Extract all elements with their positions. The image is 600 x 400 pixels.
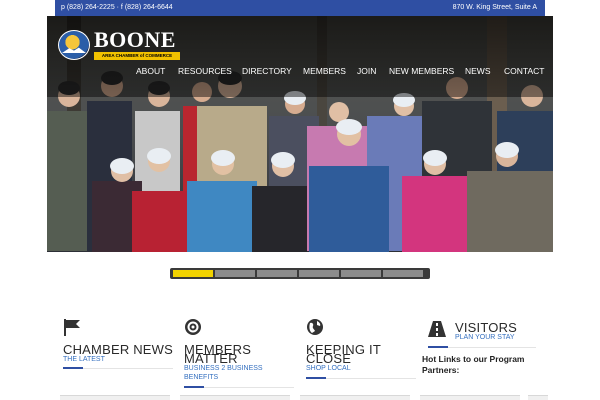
nav-item-resources[interactable]: RESOURCES bbox=[178, 66, 232, 76]
globe-icon bbox=[307, 319, 323, 335]
accent-bar bbox=[306, 377, 326, 379]
logo-name: BOONE bbox=[94, 27, 176, 52]
card-edge bbox=[420, 395, 520, 400]
nav-item-contact[interactable]: CONTACT bbox=[504, 66, 544, 76]
slider-dot-4[interactable] bbox=[299, 270, 339, 277]
card-edge bbox=[60, 395, 170, 400]
site-logo[interactable]: BOONE AREA CHAMBER of COMMERCE bbox=[58, 27, 180, 64]
page-margin-right bbox=[553, 0, 600, 400]
card-edge bbox=[528, 395, 548, 400]
road-icon bbox=[428, 321, 446, 337]
card-edge bbox=[180, 395, 290, 400]
accent-bar bbox=[63, 367, 83, 369]
section-subtitle[interactable]: PLAN YOUR STAY bbox=[455, 333, 515, 342]
mountain-sun-icon bbox=[58, 30, 90, 60]
main-nav: ABOUT RESOURCES DIRECTORY MEMBERS JOIN N… bbox=[130, 66, 550, 78]
slider-dot-6[interactable] bbox=[383, 270, 423, 277]
target-icon bbox=[185, 319, 201, 335]
card-edge bbox=[300, 395, 410, 400]
section-title: CHAMBER NEWS bbox=[63, 342, 174, 357]
section-subtitle-line2[interactable]: BENEFITS bbox=[184, 373, 218, 382]
slider-pager bbox=[170, 268, 430, 279]
slider-dot-5[interactable] bbox=[341, 270, 381, 277]
section-title-line2: CLOSE bbox=[306, 351, 352, 366]
section-title: VISITORS bbox=[455, 320, 518, 335]
section-title-line2: MATTER bbox=[184, 351, 238, 366]
section-subtitle[interactable]: THE LATEST bbox=[63, 355, 105, 364]
flag-icon bbox=[64, 319, 80, 336]
section-subtitle[interactable]: SHOP LOCAL bbox=[306, 364, 351, 373]
nav-item-directory[interactable]: DIRECTORY bbox=[242, 66, 292, 76]
slider-dot-1[interactable] bbox=[173, 270, 213, 277]
nav-item-about[interactable]: ABOUT bbox=[136, 66, 165, 76]
page-margin-left bbox=[0, 0, 47, 400]
contact-phone[interactable]: p (828) 264-2225 · f (828) 264-6644 bbox=[61, 0, 173, 16]
logo-subtitle: AREA CHAMBER of COMMERCE bbox=[94, 52, 180, 60]
contact-address[interactable]: 870 W. King Street, Suite A bbox=[453, 0, 537, 16]
nav-item-new-members[interactable]: NEW MEMBERS bbox=[389, 66, 454, 76]
accent-bar bbox=[428, 346, 448, 348]
accent-bar bbox=[184, 386, 204, 388]
section-subtitle-line1[interactable]: BUSINESS 2 BUSINESS bbox=[184, 364, 263, 373]
hot-links-heading: Hot Links to our Program Partners: bbox=[422, 354, 525, 375]
nav-item-news[interactable]: NEWS bbox=[465, 66, 491, 76]
contact-bar: p (828) 264-2225 · f (828) 264-6644 870 … bbox=[55, 0, 545, 16]
nav-item-members[interactable]: MEMBERS bbox=[303, 66, 346, 76]
nav-item-join[interactable]: JOIN bbox=[357, 66, 376, 76]
slider-dot-3[interactable] bbox=[257, 270, 297, 277]
slider-dot-2[interactable] bbox=[215, 270, 255, 277]
page: p (828) 264-2225 · f (828) 264-6644 870 … bbox=[0, 0, 600, 400]
